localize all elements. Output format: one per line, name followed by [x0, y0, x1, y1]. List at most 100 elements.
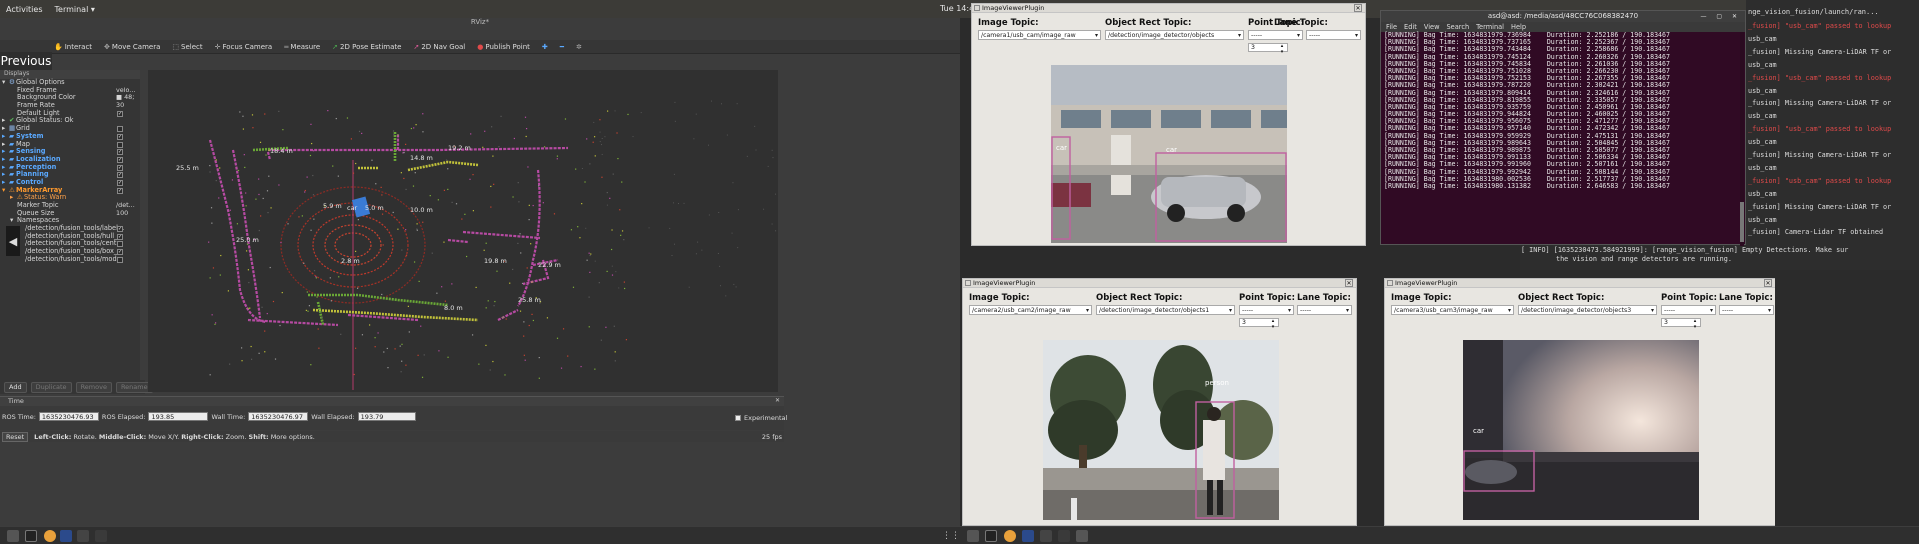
- image-viewer-icon[interactable]: [60, 530, 72, 542]
- expand-right-icon[interactable]: ▸: [10, 194, 13, 202]
- image-viewer-icon[interactable]: [1022, 530, 1034, 542]
- terminal-icon[interactable]: [25, 530, 37, 542]
- duplicate-button[interactable]: Duplicate: [30, 381, 72, 393]
- rviz-icon[interactable]: [1058, 530, 1070, 542]
- focus-camera-icon: ✛: [214, 42, 221, 51]
- display-checkbox[interactable]: ✓: [117, 149, 123, 156]
- ros-time-field[interactable]: 1635230476.93: [38, 412, 99, 421]
- lidar-point: [402, 152, 404, 154]
- lidar-pointcloud-view[interactable]: 19.2 m 18.4 m 14.8 m 25.5 m 5.9 m car 5.0 m 10.…: [148, 70, 778, 392]
- lane-topic-select[interactable]: -----: [1306, 30, 1361, 40]
- wall-time-field[interactable]: 1635230476.97: [248, 412, 309, 421]
- lane-topic-select[interactable]: -----: [1297, 305, 1352, 315]
- files-icon[interactable]: [967, 530, 979, 542]
- lidar-point: [255, 198, 257, 200]
- tool-2d-nav-goal[interactable]: ➚ 2D Nav Goal: [409, 43, 469, 51]
- terminal-window[interactable]: asd@asd: /media/asd/48CC76C068382470 — ▢ …: [1380, 10, 1746, 246]
- terminal-scrollbar[interactable]: [1740, 32, 1744, 246]
- point-size-spinbox[interactable]: 3: [1661, 318, 1701, 330]
- tool-interact[interactable]: ✋ Interact: [50, 43, 96, 51]
- display-checkbox[interactable]: [117, 256, 123, 263]
- lidar-point: [306, 291, 308, 293]
- lidar-point: [447, 188, 449, 191]
- lane-topic-select[interactable]: -----: [1719, 305, 1774, 315]
- tool-menu[interactable]: ✲: [572, 43, 586, 51]
- experimental-toggle[interactable]: Experimental: [735, 414, 787, 422]
- display-checkbox[interactable]: ✓: [117, 156, 123, 163]
- tool-measure[interactable]: ═ Measure: [280, 43, 324, 51]
- collapse-arrow-icon[interactable]: ◀: [6, 226, 20, 256]
- window-icon: [965, 280, 971, 286]
- tool-2d-pose-estimate[interactable]: ➚ 2D Pose Estimate: [328, 43, 405, 51]
- display-tree-row[interactable]: /detection/fusion_tools/mod...: [0, 255, 140, 264]
- wall-elapsed-field[interactable]: 193.79: [357, 412, 416, 421]
- lidar-point: [421, 376, 424, 378]
- lidar-point: [280, 241, 282, 244]
- point-size-spinbox[interactable]: 3: [1248, 43, 1288, 55]
- 3d-viewport[interactable]: 19.2 m 18.4 m 14.8 m 25.5 m 5.9 m car 5.0 m 10.…: [148, 70, 778, 392]
- display-checkbox[interactable]: ✓: [117, 133, 123, 140]
- tool-focus-camera[interactable]: ✛ Focus Camera: [211, 43, 277, 51]
- lidar-point: [310, 123, 312, 125]
- chrome-icon[interactable]: [44, 530, 56, 542]
- image-topic-select[interactable]: /camera1/usb_cam/image_raw: [978, 30, 1101, 40]
- expand-down-icon[interactable]: ▾: [2, 78, 5, 87]
- lidar-point: [489, 369, 491, 371]
- experimental-checkbox[interactable]: [735, 415, 741, 421]
- lidar-point: [219, 167, 221, 169]
- lidar-point: [575, 168, 577, 170]
- remove-button[interactable]: Remove: [75, 381, 112, 393]
- scrollbar-thumb[interactable]: [1740, 202, 1744, 242]
- rviz-icon[interactable]: [95, 530, 107, 542]
- lidar-point: [585, 227, 587, 229]
- display-checkbox[interactable]: [117, 141, 123, 148]
- display-checkbox[interactable]: ✓: [117, 164, 123, 171]
- terminal-tab-path[interactable]: nge_vision_fusion/launch/ran...: [1746, 8, 1919, 18]
- display-checkbox[interactable]: ✓: [117, 172, 123, 179]
- tool-publish-point[interactable]: ● Publish Point: [473, 43, 534, 51]
- lidar-point: [438, 350, 440, 352]
- display-checkbox[interactable]: ✓: [117, 110, 123, 117]
- notes-icon[interactable]: [1076, 530, 1088, 542]
- image-topic-select[interactable]: /camera2/usb_cam2/image_raw: [969, 305, 1092, 315]
- chrome-icon[interactable]: [1004, 530, 1016, 542]
- terminal-icon[interactable]: [985, 530, 997, 542]
- add-button[interactable]: Add: [4, 381, 27, 393]
- terminal-line: _fusion] Camera-Lidar TF obtained: [1748, 228, 1884, 237]
- close-icon[interactable]: ✕: [1345, 279, 1353, 287]
- tool-remove[interactable]: ━: [556, 43, 568, 51]
- previous-button[interactable]: Previous: [0, 52, 52, 70]
- background-terminal[interactable]: nge_vision_fusion/launch/ran... _fusion]…: [1746, 0, 1919, 270]
- display-tree-value[interactable]: 100: [116, 209, 128, 218]
- close-icon[interactable]: ✕: [1354, 4, 1362, 12]
- close-icon[interactable]: ✕: [775, 397, 780, 404]
- window-controls[interactable]: — ▢ ✕: [1700, 11, 1741, 22]
- point-size-spinbox[interactable]: 3: [1239, 318, 1279, 330]
- point-topic-select[interactable]: -----: [1248, 30, 1303, 40]
- rqt-icon[interactable]: [1040, 530, 1052, 542]
- image-topic-select[interactable]: /camera3/usb_cam3/image_raw: [1391, 305, 1514, 315]
- reset-button[interactable]: Reset: [2, 431, 29, 442]
- image-topic-label: Image Topic:: [1391, 293, 1452, 303]
- rect-topic-select[interactable]: /detection/image_detector/objects1: [1096, 305, 1235, 315]
- close-icon[interactable]: ✕: [1764, 279, 1772, 287]
- tool-select[interactable]: ⬚ Select: [168, 43, 206, 51]
- display-tree-value[interactable]: 30: [116, 101, 124, 110]
- app-grid-icon[interactable]: ⋮⋮: [942, 531, 960, 541]
- expand-down-icon[interactable]: ▾: [10, 217, 13, 225]
- rqt-icon[interactable]: [77, 530, 89, 542]
- display-checkbox[interactable]: ✓: [117, 187, 123, 194]
- files-icon[interactable]: [7, 530, 19, 542]
- rect-topic-select[interactable]: /detection/image_detector/objects: [1105, 30, 1244, 40]
- app-menu[interactable]: Terminal ▾: [49, 5, 101, 14]
- rect-topic-select[interactable]: /detection/image_detector/objects3: [1518, 305, 1657, 315]
- point-topic-select[interactable]: -----: [1661, 305, 1716, 315]
- display-checkbox[interactable]: ✓: [117, 179, 123, 186]
- tool-move-camera[interactable]: ✥ Move Camera: [100, 43, 164, 51]
- activities-button[interactable]: Activities: [0, 5, 49, 14]
- expand-down-icon[interactable]: ▾: [2, 186, 5, 195]
- ros-elapsed-field[interactable]: 193.85: [148, 412, 209, 421]
- display-checkbox[interactable]: [117, 126, 123, 133]
- tool-add[interactable]: ✚: [538, 43, 552, 51]
- point-topic-select[interactable]: -----: [1239, 305, 1294, 315]
